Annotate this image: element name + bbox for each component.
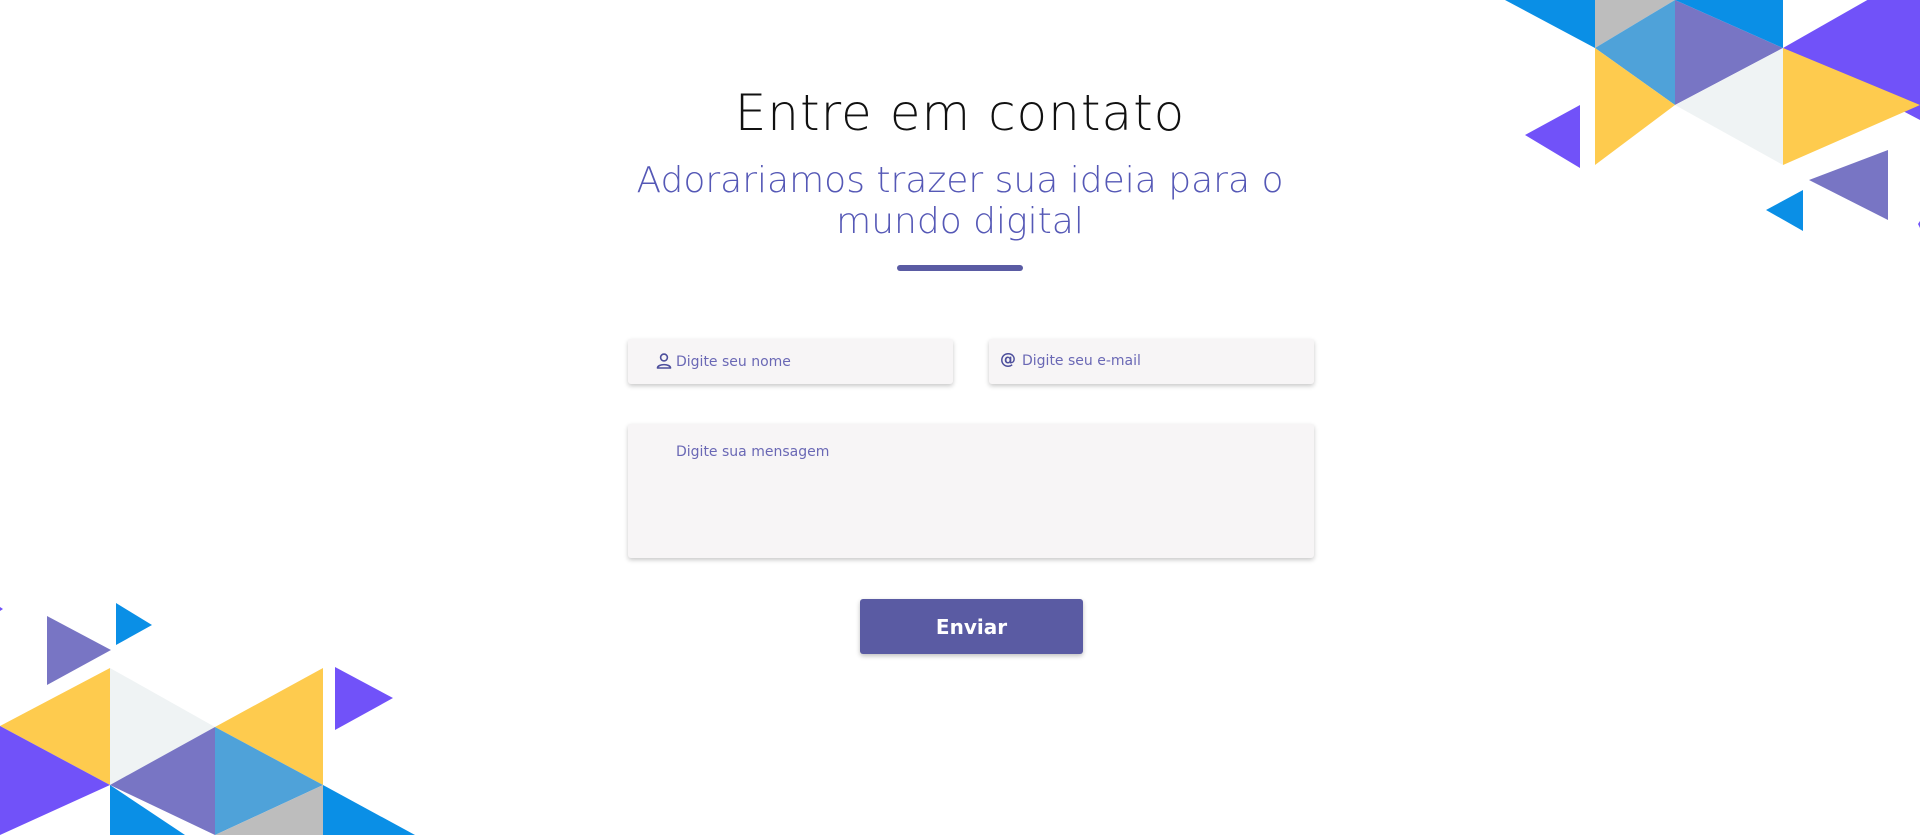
page-subtitle: Adorariamos trazer sua ideia para o mund…: [636, 160, 1284, 242]
submit-button[interactable]: Enviar: [860, 599, 1083, 654]
message-textarea[interactable]: [676, 444, 1296, 544]
email-field[interactable]: @: [989, 339, 1314, 384]
user-icon: [655, 352, 673, 370]
title-divider: [897, 265, 1023, 271]
name-input[interactable]: [676, 351, 936, 373]
decorative-triangles-bottom-left: [0, 603, 415, 835]
email-input[interactable]: [1022, 350, 1297, 372]
contact-page: Entre em contato Adorariamos trazer sua …: [0, 0, 1920, 835]
message-field[interactable]: [628, 424, 1314, 558]
page-title: Entre em contato: [734, 84, 1186, 142]
at-sign-icon: @: [1000, 349, 1016, 368]
name-field[interactable]: [628, 339, 953, 384]
